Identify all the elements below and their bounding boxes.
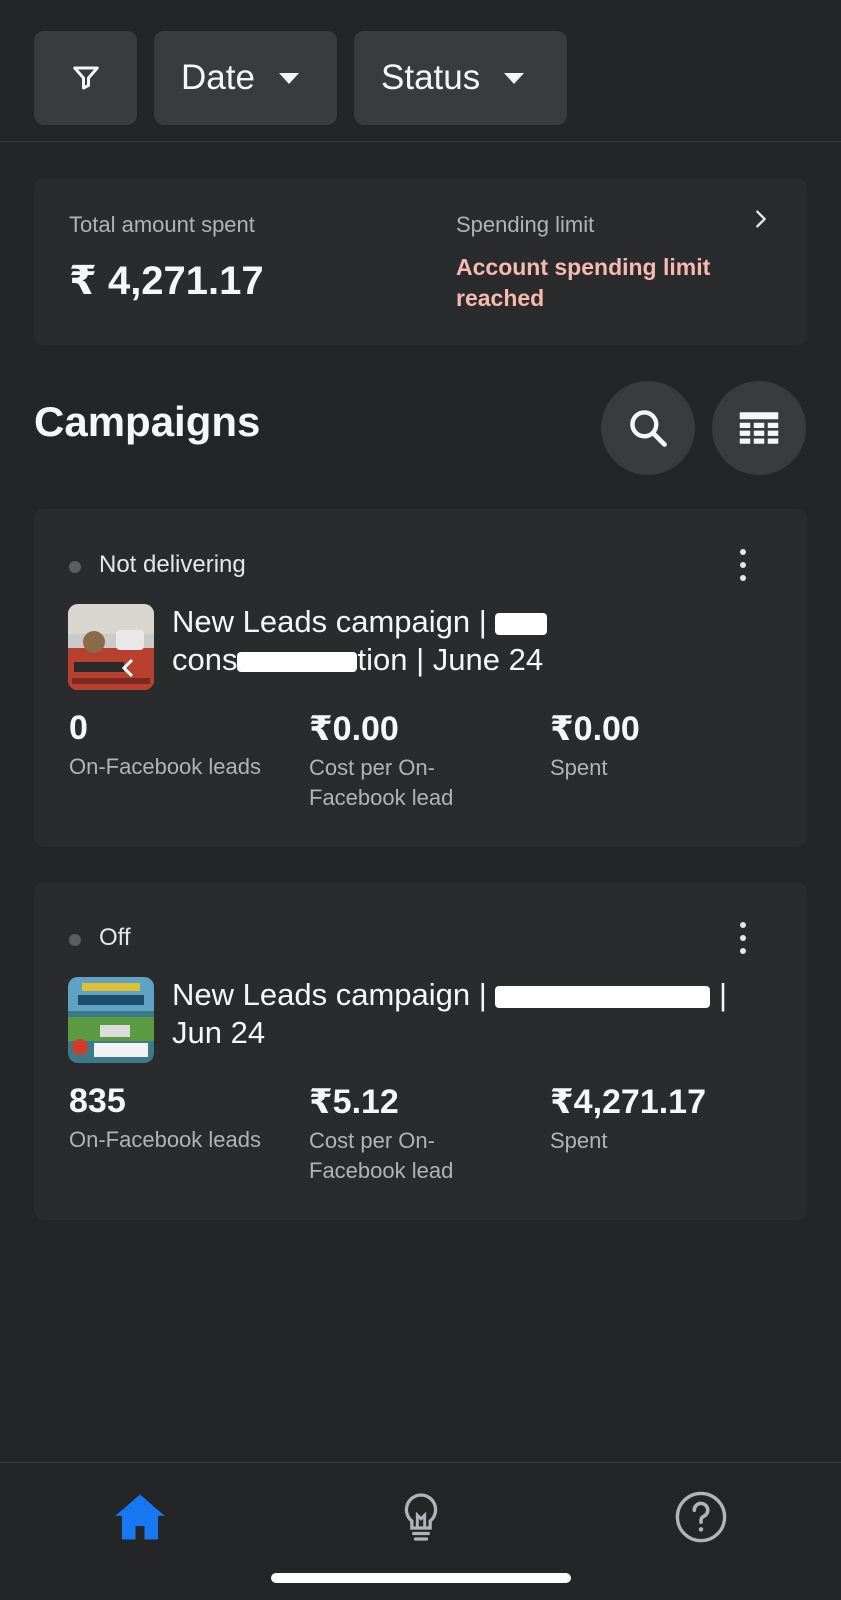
status-label: Status [381, 58, 481, 97]
campaign-status: Off [99, 924, 131, 951]
redaction [495, 985, 711, 1008]
metric-label: Cost per On-Facebook lead [309, 1128, 454, 1183]
metric-cost-per-lead: ₹0.00 Cost per On-Facebook lead [309, 709, 509, 813]
campaign-name[interactable]: New Leads campaign | | Jun 24 [172, 976, 772, 1052]
metric-leads: 835 On-Facebook leads [69, 1082, 269, 1155]
metric-cost-per-lead: ₹5.12 Cost per On-Facebook lead [309, 1082, 509, 1186]
home-icon [115, 1494, 165, 1540]
metric-value: 0 [69, 709, 88, 747]
spending-limit-status: Account spending limit reached [456, 254, 711, 311]
filter-bar: Date Status [0, 0, 841, 142]
metric-value: ₹0.00 [309, 710, 399, 748]
more-options-icon[interactable] [734, 922, 752, 954]
help-icon [675, 1491, 727, 1543]
chevron-right-icon[interactable] [750, 208, 772, 230]
campaign-thumbnail [68, 977, 154, 1063]
metric-label: On-Facebook leads [69, 1127, 261, 1152]
nav-insights[interactable] [391, 1487, 451, 1547]
campaign-name-suffix: tion | June 24 [357, 642, 544, 677]
metric-value: ₹0.00 [550, 710, 640, 748]
filter-icon [72, 66, 99, 90]
more-options-icon[interactable] [734, 549, 752, 581]
spending-limit-label: Spending limit [456, 212, 595, 237]
columns-button[interactable] [712, 381, 806, 475]
campaign-card[interactable]: Off New Leads campaign | | Jun 24 835 On… [34, 882, 807, 1220]
search-icon [630, 410, 667, 447]
table-icon [739, 412, 779, 444]
metric-label: On-Facebook leads [69, 754, 261, 779]
spend-summary-card[interactable]: Total amount spent ₹ 4,271.17 Spending l… [34, 178, 807, 345]
metric-label: Cost per On-Facebook lead [309, 755, 454, 810]
status-dot [69, 934, 81, 946]
campaign-card[interactable]: Not delivering New Leads campaign | cons… [34, 509, 807, 847]
metric-spent: ₹0.00 Spent [550, 709, 750, 783]
metric-label: Spent [550, 755, 608, 780]
redaction [495, 612, 548, 635]
nav-help[interactable] [671, 1487, 731, 1547]
bottom-navigation [0, 1462, 841, 1600]
metric-label: Spent [550, 1128, 608, 1153]
status-dropdown[interactable]: Status [354, 31, 567, 125]
caret-down-icon [504, 72, 525, 84]
campaigns-heading: Campaigns [34, 398, 261, 445]
total-spent-label: Total amount spent [69, 212, 255, 237]
date-label: Date [181, 58, 255, 97]
metric-leads: 0 On-Facebook leads [69, 709, 269, 782]
metric-value: ₹5.12 [309, 1083, 399, 1121]
campaign-name-prefix: New Leads campaign | [172, 977, 496, 1012]
campaign-status: Not delivering [99, 551, 246, 578]
campaign-name[interactable]: New Leads campaign | cons tion | June 24 [172, 603, 772, 679]
status-dot [69, 561, 81, 573]
campaign-name-visible: cons [172, 642, 238, 677]
campaign-name-prefix: New Leads campaign | [172, 604, 496, 639]
filter-button[interactable] [34, 31, 137, 125]
home-indicator [271, 1573, 571, 1583]
redaction [237, 651, 358, 672]
metric-value: ₹4,271.17 [550, 1083, 707, 1121]
search-button[interactable] [601, 381, 695, 475]
date-dropdown[interactable]: Date [154, 31, 337, 125]
caret-down-icon [278, 72, 299, 84]
nav-home[interactable] [110, 1487, 170, 1547]
campaign-thumbnail [68, 604, 154, 690]
metric-value: 835 [69, 1082, 126, 1120]
lightbulb-icon [404, 1493, 438, 1541]
total-spent-value: ₹ 4,271.17 [69, 259, 264, 303]
metric-spent: ₹4,271.17 Spent [550, 1082, 750, 1156]
